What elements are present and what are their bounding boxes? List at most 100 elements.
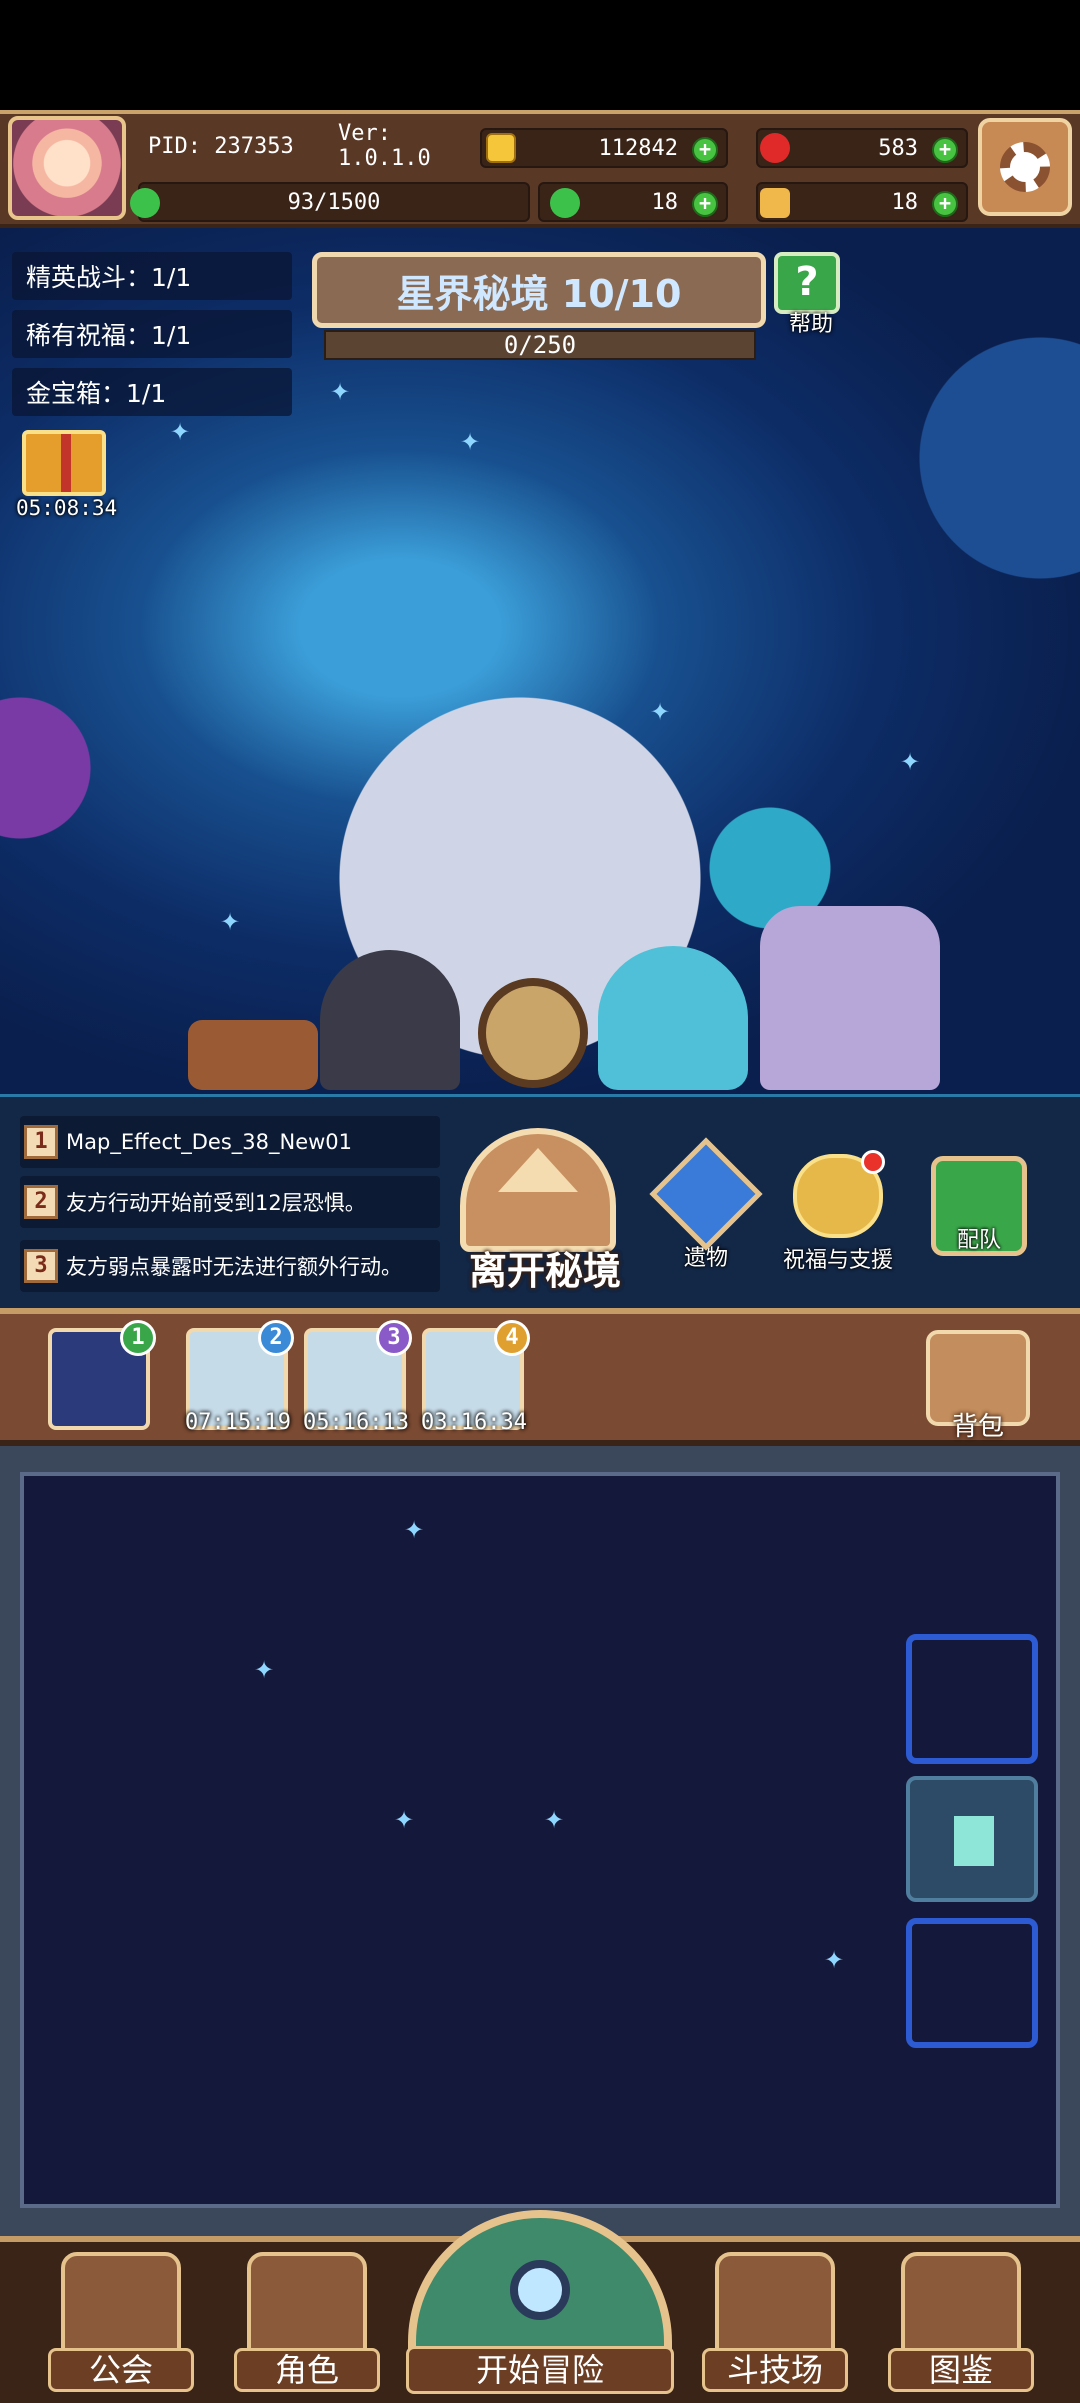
- map-title: 星界秘境 10/10: [396, 271, 682, 316]
- star-icon: ✦: [544, 1806, 565, 1834]
- clover-stamina-icon: [130, 188, 160, 218]
- star-icon: ✦: [650, 698, 671, 726]
- clover-icon: [550, 188, 580, 218]
- quest-gold-chest: 金宝箱：1/1: [12, 368, 292, 416]
- gear-icon: [1000, 142, 1050, 192]
- nav-start-label: 开始冒险: [406, 2346, 674, 2394]
- blessing-button[interactable]: 祝福与支援: [776, 1150, 900, 1274]
- map-progress-text: 0/250: [503, 331, 577, 359]
- question-icon: ?: [774, 252, 840, 314]
- effect-number: 2: [24, 1185, 58, 1219]
- board-cell-empty[interactable]: [906, 1918, 1038, 2048]
- character-icon: [247, 2252, 367, 2356]
- nav-character[interactable]: 角色: [234, 2252, 380, 2402]
- star-icon: ✦: [824, 1946, 845, 1974]
- gold-coin-icon: [486, 133, 516, 163]
- star-icon: ✦: [330, 378, 351, 406]
- slot-timer: 05:16:13: [303, 1410, 409, 1435]
- relic-bar: [0, 1308, 1080, 1446]
- add-gem-button[interactable]: +: [932, 137, 958, 163]
- slot-timer: 03:16:34: [421, 1410, 527, 1435]
- nav-arena-label: 斗技场: [702, 2348, 848, 2392]
- relics-button[interactable]: 遗物: [646, 1137, 766, 1272]
- crossed-swords-icon: [715, 2252, 835, 2356]
- witch-character[interactable]: [320, 950, 460, 1090]
- notification-dot: [861, 1150, 885, 1174]
- gold-field: 112842 +: [480, 128, 728, 168]
- team-label: 配队: [956, 1228, 1001, 1253]
- status-strip: [0, 0, 1080, 110]
- treasure-chest[interactable]: [188, 1020, 318, 1090]
- wheel-character[interactable]: [478, 978, 588, 1088]
- effect-text: 友方行动开始前受到12层恐惧。: [66, 1191, 366, 1215]
- effect-row-2: 2 友方行动开始前受到12层恐惧。: [20, 1176, 440, 1228]
- diamond-relic-icon: [649, 1137, 763, 1251]
- magnifier-icon: [510, 2260, 570, 2320]
- door-icon: [954, 1816, 994, 1866]
- nav-codex[interactable]: 图鉴: [888, 2252, 1034, 2402]
- effect-text: 友方弱点暴露时无法进行额外行动。: [66, 1255, 402, 1279]
- star-icon: ✦: [460, 428, 481, 456]
- rabbit-knight-character[interactable]: [760, 906, 940, 1090]
- board-cell-empty[interactable]: [906, 1634, 1038, 1764]
- backpack-button[interactable]: 背包: [926, 1330, 1036, 1442]
- gem-field: 583 +: [756, 128, 968, 168]
- slot-badge: 4: [494, 1320, 530, 1356]
- quest-label: 精英战斗：1/1: [26, 263, 192, 292]
- quest-label: 稀有祝福：1/1: [26, 321, 192, 350]
- version-row: Ver: 1.0.1.0: [338, 121, 478, 171]
- star-icon: ✦: [220, 908, 241, 936]
- key-value: 18: [891, 189, 919, 215]
- effect-number: 3: [24, 1249, 58, 1283]
- add-gold-button[interactable]: +: [692, 137, 718, 163]
- help-label: 帮助: [788, 312, 833, 337]
- clover-field: 18 +: [538, 182, 728, 222]
- star-icon: ✦: [170, 418, 191, 446]
- add-key-button[interactable]: +: [932, 191, 958, 217]
- exploration-board: ✦ ✦ ✦ ✦ ✦: [20, 1472, 1060, 2208]
- nav-start-adventure[interactable]: 开始冒险: [406, 2210, 674, 2403]
- gift-box-icon: [22, 430, 106, 496]
- key-icon: [760, 188, 790, 218]
- gold-value: 112842: [598, 135, 678, 161]
- pid-text: PID: 237353: [148, 133, 294, 159]
- blessing-icon: [793, 1150, 885, 1238]
- blessing-label: 祝福与支援: [782, 1248, 893, 1273]
- effect-row-3: 3 友方弱点暴露时无法进行额外行动。: [20, 1240, 440, 1292]
- key-field: 18 +: [756, 182, 968, 222]
- player-avatar[interactable]: [8, 116, 126, 220]
- slot-badge: 1: [120, 1320, 156, 1356]
- nav-arena[interactable]: 斗技场: [702, 2252, 848, 2402]
- map-progress-bar: 0/250: [324, 330, 756, 360]
- settings-button[interactable]: [978, 118, 1072, 216]
- stamina-field: 93/1500: [130, 182, 530, 222]
- guild-icon: [61, 2252, 181, 2356]
- board-cell-door[interactable]: [906, 1776, 1038, 1902]
- slot-badge: 3: [376, 1320, 412, 1356]
- quest-rare-blessing: 稀有祝福：1/1: [12, 310, 292, 358]
- gift-button[interactable]: [22, 430, 108, 506]
- gift-timer: 05:08:34: [16, 496, 118, 520]
- backpack-label: 背包: [951, 1412, 1004, 1442]
- slot-timer: 07:15:19: [185, 1410, 291, 1435]
- red-gem-icon: [760, 133, 790, 163]
- relic-slot-1[interactable]: 1: [48, 1320, 156, 1430]
- team-button[interactable]: 配队: [924, 1156, 1034, 1256]
- clover-value: 18: [651, 189, 679, 215]
- nav-codex-label: 图鉴: [888, 2348, 1034, 2392]
- star-icon: ✦: [394, 1806, 415, 1834]
- up-arrow-icon: [460, 1128, 616, 1252]
- leave-realm-label: 离开秘境: [468, 1249, 621, 1293]
- nav-guild[interactable]: 公会: [48, 2252, 194, 2402]
- help-button[interactable]: ? 帮助: [774, 252, 848, 337]
- effect-text: Map_Effect_Des_38_New01: [66, 1130, 353, 1154]
- star-icon: ✦: [254, 1656, 275, 1684]
- jellyfish-character[interactable]: [598, 946, 748, 1090]
- add-clover-button[interactable]: +: [692, 191, 718, 217]
- quest-label: 金宝箱：1/1: [26, 379, 167, 408]
- nav-guild-label: 公会: [48, 2348, 194, 2392]
- star-icon: ✦: [404, 1516, 425, 1544]
- star-icon: ✦: [900, 748, 921, 776]
- book-icon: [901, 2252, 1021, 2356]
- gem-value: 583: [878, 135, 918, 161]
